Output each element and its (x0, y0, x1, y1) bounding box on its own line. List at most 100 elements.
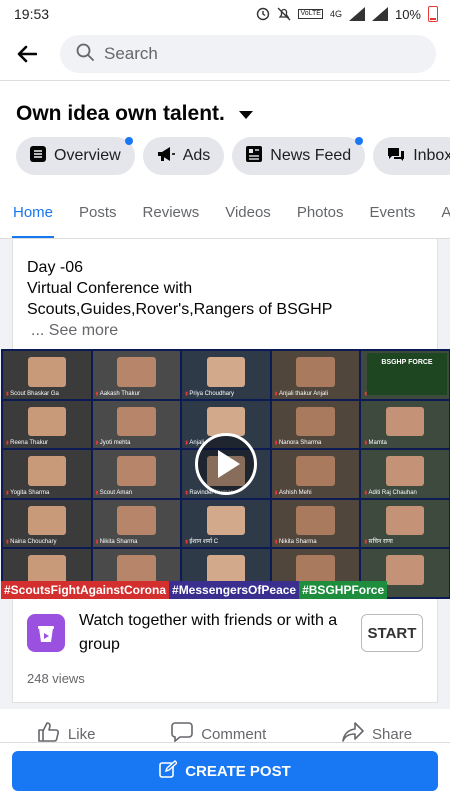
post-line: Virtual Conference with (27, 280, 193, 297)
battery-icon (428, 6, 438, 22)
notification-dot (124, 137, 133, 145)
watch-party-text: Watch together with friends or with a gr… (79, 612, 338, 653)
participant-video (117, 505, 156, 536)
mute-icon (277, 7, 291, 21)
search-header (0, 28, 450, 80)
post-body: Day -06 Virtual Conference with Scouts,G… (13, 239, 437, 349)
chat-icon (387, 146, 405, 167)
participant-tile: Nikita Sharma (92, 499, 181, 548)
news-feed-label: News Feed (270, 147, 352, 164)
volte-icon: VoLTE (298, 9, 323, 19)
participant-video (206, 406, 246, 437)
participant-name: Aditi Raj Chauhan (364, 490, 417, 496)
status-time: 19:53 (14, 6, 50, 22)
search-icon (76, 43, 94, 66)
post-line: Scouts,Guides,Rover's,Rangers of BSGHP (27, 301, 333, 318)
overview-icon (30, 145, 46, 167)
participant-video (296, 357, 335, 387)
page-switcher[interactable]: Own idea own talent. (0, 81, 450, 127)
status-bar: 19:53 VoLTE 4G 10% (0, 0, 450, 28)
signal-icon (348, 7, 365, 21)
battery-percent: 10% (394, 6, 421, 22)
participant-video (206, 505, 246, 536)
participant-name: ईशान शर्मा C (185, 537, 218, 545)
share-label: Share (372, 725, 413, 743)
edit-icon (159, 760, 179, 782)
hashtag-banner: #ScoutsFightAgainstCorona #MessengersOfP… (1, 581, 450, 599)
brand-badge: BSGHP FORCE (367, 353, 447, 395)
feed: Day -06 Virtual Conference with Scouts,G… (0, 239, 450, 759)
news-feed-button[interactable]: News Feed (232, 137, 366, 175)
participant-video (27, 456, 67, 486)
tab-photos[interactable]: Photos (284, 187, 357, 238)
participant-tile: Nikita Sharma (271, 499, 360, 548)
participant-name: Anjali thakur Anjali (275, 391, 328, 397)
participant-tile: Scout Aman (92, 450, 181, 498)
participant-tile: Priya Choudhary (182, 351, 270, 399)
participant-tile: Aditi Raj Chauhan (361, 450, 449, 498)
participant-name: Jyoti mehta (96, 440, 131, 446)
page-insights-screen: 19:53 VoLTE 4G 10% Search Own idea own t… (0, 0, 450, 800)
see-more-link[interactable]: ... See more (27, 320, 423, 341)
news-feed-icon (246, 145, 263, 167)
network-4g-icon: 4G (329, 9, 342, 19)
participant-name: Priya Choudhary (185, 391, 234, 397)
hashtag: #ScoutsFightAgainstCorona (1, 581, 170, 599)
tab-home[interactable]: Home (0, 187, 66, 238)
page-title: Own idea own talent. (16, 102, 225, 125)
watch-party-icon (27, 614, 65, 652)
participant-tile: Mamta (361, 400, 449, 449)
post-card: Day -06 Virtual Conference with Scouts,G… (1, 239, 450, 703)
tab-events[interactable]: Events (357, 187, 429, 238)
search-input[interactable] (104, 44, 420, 64)
page-tabs: Home Posts Reviews Videos Photos Events … (0, 187, 450, 239)
megaphone-icon (157, 146, 175, 167)
tab-reviews[interactable]: Reviews (130, 187, 213, 238)
start-button[interactable]: START (361, 614, 423, 652)
participant-name: Ashish Mehi (275, 490, 312, 496)
like-label: Like (67, 725, 96, 743)
back-arrow-icon[interactable] (14, 41, 40, 67)
tab-more[interactable]: A (428, 187, 450, 238)
participant-video (117, 357, 156, 387)
participant-video (385, 456, 425, 486)
alarm-icon (256, 7, 270, 21)
hashtag: #BSGHPForce (299, 581, 388, 599)
overview-button[interactable]: Overview (16, 137, 135, 175)
participant-tile: ईशान शर्मा C (182, 499, 270, 548)
chevron-down-icon[interactable] (238, 111, 253, 119)
participant-tile: Scout Bhaskar Ga (3, 351, 91, 399)
quick-nav-pills: Overview Ads News Feed Inbox (0, 127, 450, 187)
participant-tile: Ashish Mehi (271, 450, 360, 498)
create-post-label: CREATE POST (185, 762, 291, 780)
create-post-button[interactable]: CREATE POST (12, 751, 438, 791)
participant-tile: Reena Thakur (3, 400, 91, 449)
participant-video (27, 357, 67, 387)
status-icons: VoLTE 4G 10% (256, 6, 438, 22)
participant-name: Yogita Sharma (6, 490, 49, 496)
participant-tile: Aakash Thakur (92, 351, 181, 399)
participant-name: Scout Bhaskar Ga (6, 391, 59, 397)
participant-video (385, 505, 425, 536)
participant-video (206, 357, 246, 387)
ads-button[interactable]: Ads (142, 137, 225, 175)
play-icon[interactable] (195, 433, 257, 495)
participant-video (117, 456, 156, 486)
participant-video (296, 505, 335, 536)
participant-name: Scout Aman (96, 490, 132, 496)
participant-name: सचिन राणा (364, 537, 393, 545)
inbox-button[interactable]: Inbox (373, 137, 450, 175)
tab-videos[interactable]: Videos (212, 187, 284, 238)
view-count: 248 views (13, 667, 437, 703)
participant-tile: Jyoti mehta (92, 400, 181, 449)
participant-name: Mamta (364, 440, 387, 446)
video-player[interactable]: Scout Bhaskar Ga Aakash Thakur Priya Choud… (1, 349, 450, 599)
participant-tile: Naina Chouchary (3, 499, 91, 548)
search-bar[interactable] (60, 35, 436, 73)
participant-video (385, 406, 425, 437)
participant-name: Nikita Sharma (96, 539, 138, 545)
overview-label: Overview (54, 147, 121, 164)
participant-name: Naina Chouchary (6, 539, 56, 545)
post-line: Day -06 (27, 259, 84, 276)
tab-posts[interactable]: Posts (66, 187, 130, 238)
